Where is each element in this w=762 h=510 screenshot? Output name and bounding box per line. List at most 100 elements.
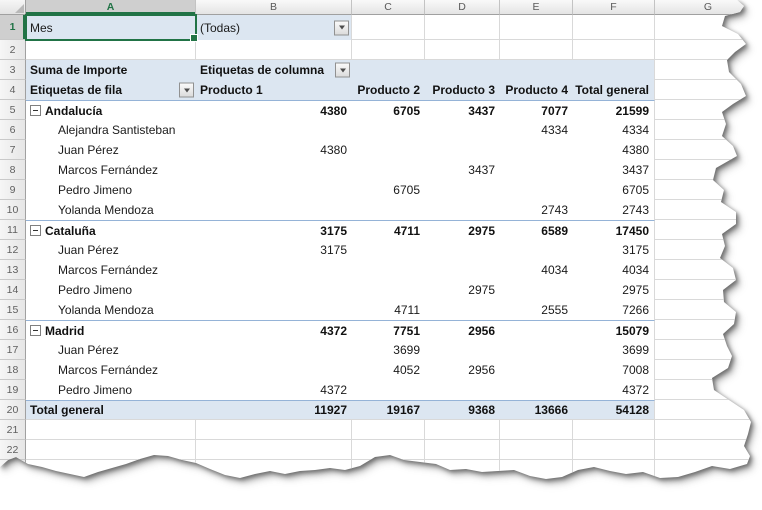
filter-field-cell[interactable]: Mes	[26, 15, 196, 40]
cell-C9[interactable]: 6705	[352, 180, 425, 200]
row-header-8[interactable]: 8	[0, 160, 26, 180]
row-header-3[interactable]: 3	[0, 60, 26, 80]
cell-C2[interactable]	[352, 40, 425, 60]
cell-C19[interactable]	[352, 380, 425, 400]
cell-D9[interactable]	[425, 180, 500, 200]
cell-A4[interactable]: Etiquetas de fila	[26, 80, 196, 100]
cell-F9[interactable]: 6705	[573, 180, 655, 200]
cell-A23[interactable]	[26, 460, 196, 480]
cell-B19[interactable]: 4372	[196, 380, 352, 400]
cell-E14[interactable]	[500, 280, 573, 300]
cell-F16[interactable]: 15079	[573, 320, 655, 340]
cell-D5[interactable]: 3437	[425, 100, 500, 120]
cell-D22[interactable]	[425, 440, 500, 460]
cell-D17[interactable]	[425, 340, 500, 360]
cell-C12[interactable]	[352, 240, 425, 260]
cell-E9[interactable]	[500, 180, 573, 200]
dropdown-arrow-icon[interactable]	[335, 63, 350, 78]
cell-A10[interactable]: Yolanda Mendoza	[26, 200, 196, 220]
cell-A13[interactable]: Marcos Fernández	[26, 260, 196, 280]
cell-E23[interactable]	[500, 460, 573, 480]
cell-E10[interactable]: 2743	[500, 200, 573, 220]
cell-B18[interactable]	[196, 360, 352, 380]
cell-A21[interactable]	[26, 420, 196, 440]
column-header-F[interactable]: F	[573, 0, 655, 15]
row-header-20[interactable]: 20	[0, 400, 26, 420]
cell-A22[interactable]	[26, 440, 196, 460]
cell-C13[interactable]	[352, 260, 425, 280]
row-header-15[interactable]: 15	[0, 300, 26, 320]
cell-C5[interactable]: 6705	[352, 100, 425, 120]
cell-F7[interactable]: 4380	[573, 140, 655, 160]
cell-D15[interactable]	[425, 300, 500, 320]
cell-E6[interactable]: 4334	[500, 120, 573, 140]
cell-E15[interactable]: 2555	[500, 300, 573, 320]
cell-D11[interactable]: 2975	[425, 220, 500, 240]
row-header-11[interactable]: 11	[0, 220, 26, 240]
cell-D13[interactable]	[425, 260, 500, 280]
cell-B6[interactable]	[196, 120, 352, 140]
cell-B21[interactable]	[196, 420, 352, 440]
cell-D20[interactable]: 9368	[425, 400, 500, 420]
row-header-12[interactable]: 12	[0, 240, 26, 260]
cell-C15[interactable]: 4711	[352, 300, 425, 320]
row-header-19[interactable]: 19	[0, 380, 26, 400]
column-header-A[interactable]: A	[26, 0, 196, 15]
cell-B12[interactable]: 3175	[196, 240, 352, 260]
cell-G9[interactable]	[655, 180, 762, 200]
cell-A16[interactable]: Madrid	[26, 320, 196, 340]
cell-G20[interactable]	[655, 400, 762, 420]
cell-F22[interactable]	[573, 440, 655, 460]
cell-E16[interactable]	[500, 320, 573, 340]
cell-G13[interactable]	[655, 260, 762, 280]
cell-G22[interactable]	[655, 440, 762, 460]
cell-D1[interactable]	[425, 15, 500, 40]
cell-A7[interactable]: Juan Pérez	[26, 140, 196, 160]
collapse-minus-icon[interactable]	[30, 105, 41, 116]
cell-F15[interactable]: 7266	[573, 300, 655, 320]
cell-E18[interactable]	[500, 360, 573, 380]
row-header-17[interactable]: 17	[0, 340, 26, 360]
row-header-6[interactable]: 6	[0, 120, 26, 140]
cell-B17[interactable]	[196, 340, 352, 360]
cell-D6[interactable]	[425, 120, 500, 140]
cell-G7[interactable]	[655, 140, 762, 160]
cell-A14[interactable]: Pedro Jimeno	[26, 280, 196, 300]
cell-C16[interactable]: 7751	[352, 320, 425, 340]
row-header-4[interactable]: 4	[0, 80, 26, 100]
cell-D7[interactable]	[425, 140, 500, 160]
row-header-10[interactable]: 10	[0, 200, 26, 220]
cell-F6[interactable]: 4334	[573, 120, 655, 140]
cell-E11[interactable]: 6589	[500, 220, 573, 240]
cell-G14[interactable]	[655, 280, 762, 300]
cell-G10[interactable]	[655, 200, 762, 220]
cell-A17[interactable]: Juan Pérez	[26, 340, 196, 360]
cell-A12[interactable]: Juan Pérez	[26, 240, 196, 260]
cell-E21[interactable]	[500, 420, 573, 440]
cell-F10[interactable]: 2743	[573, 200, 655, 220]
cell-B15[interactable]	[196, 300, 352, 320]
cell-A3[interactable]: Suma de Importe	[26, 60, 196, 80]
column-header-C[interactable]: C	[352, 0, 425, 15]
cell-G6[interactable]	[655, 120, 762, 140]
cell-E8[interactable]	[500, 160, 573, 180]
cell-B14[interactable]	[196, 280, 352, 300]
cell-G15[interactable]	[655, 300, 762, 320]
cell-F18[interactable]: 7008	[573, 360, 655, 380]
row-header-5[interactable]: 5	[0, 100, 26, 120]
row-header-16[interactable]: 16	[0, 320, 26, 340]
cell-F17[interactable]: 3699	[573, 340, 655, 360]
cell-C21[interactable]	[352, 420, 425, 440]
cell-D2[interactable]	[425, 40, 500, 60]
cell-D23[interactable]	[425, 460, 500, 480]
row-header-14[interactable]: 14	[0, 280, 26, 300]
cell-E3[interactable]	[500, 60, 573, 80]
cell-F13[interactable]: 4034	[573, 260, 655, 280]
row-header-13[interactable]: 13	[0, 260, 26, 280]
cell-A15[interactable]: Yolanda Mendoza	[26, 300, 196, 320]
cell-F3[interactable]	[573, 60, 655, 80]
cell-F20[interactable]: 54128	[573, 400, 655, 420]
row-header-22[interactable]: 22	[0, 440, 26, 460]
collapse-minus-icon[interactable]	[30, 325, 41, 336]
cell-D8[interactable]: 3437	[425, 160, 500, 180]
